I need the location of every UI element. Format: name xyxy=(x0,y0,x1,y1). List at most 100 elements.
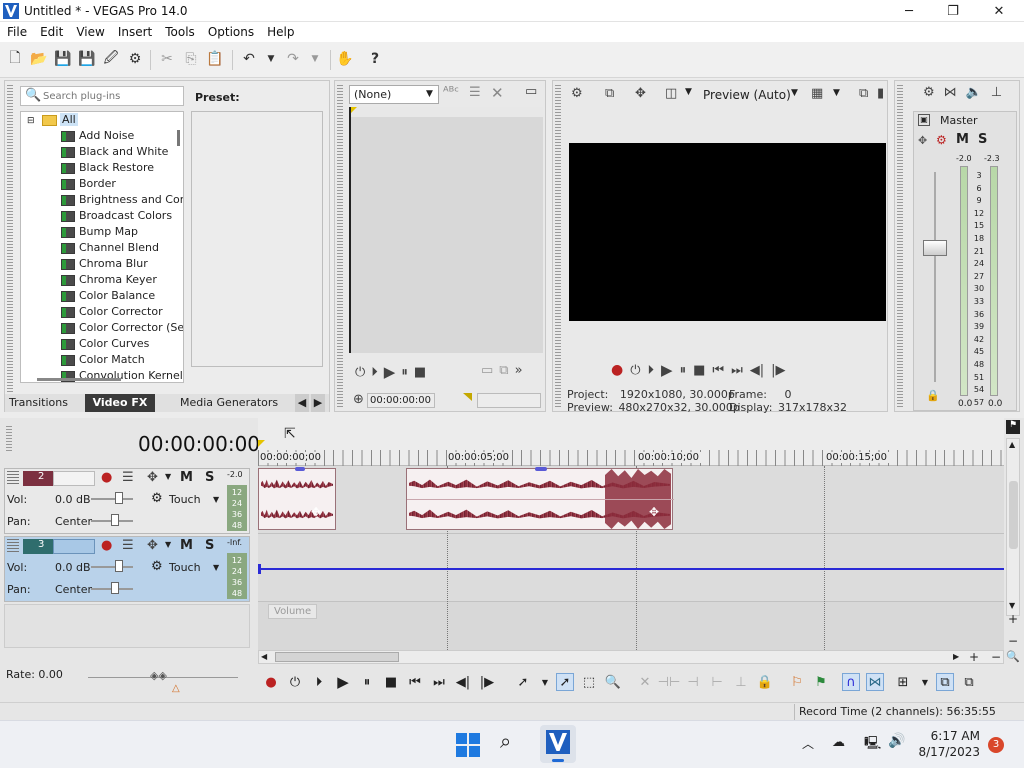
pause-icon[interactable]: ⏸ xyxy=(401,365,408,380)
tabs-scroll-left-icon[interactable]: ◀ xyxy=(295,394,309,412)
plugin-item[interactable]: Black Restore xyxy=(21,160,183,176)
tabs-scroll-right-icon[interactable]: ▶ xyxy=(311,394,325,412)
plugin-item[interactable]: Black and White xyxy=(21,144,183,160)
audio-clip[interactable]: ✥ xyxy=(258,467,336,530)
save-snapshot-icon[interactable]: ▮ xyxy=(877,86,884,101)
previous-frame-icon[interactable]: ◀| xyxy=(750,363,764,378)
preview-settings-icon[interactable]: ⚙ xyxy=(571,86,583,101)
maximize-button[interactable]: ❐ xyxy=(930,0,976,22)
marker-flag-icon[interactable]: ⚑ xyxy=(1006,420,1020,434)
remove-icon[interactable]: ✕ xyxy=(491,84,504,102)
selection-tool-icon[interactable]: ⬚ xyxy=(580,673,598,691)
speaker-icon[interactable]: 🔈 xyxy=(966,85,982,100)
edit-tool-dropdown-icon[interactable]: ▼ xyxy=(536,673,554,691)
track-header-2[interactable]: 2 ● ☰ ✥ ▼ M S -2.0 Vol: 0.0 dB ⚙ Touch ▼… xyxy=(4,468,250,534)
pan-slider-thumb[interactable] xyxy=(111,582,119,594)
external-monitor-icon[interactable]: ⧉ xyxy=(605,86,614,101)
menu-file[interactable]: File xyxy=(0,22,33,39)
plugin-item[interactable]: Color Match xyxy=(21,352,183,368)
insert-region-icon[interactable]: ⚑ xyxy=(812,673,830,691)
search-input[interactable] xyxy=(43,89,181,104)
tree-root[interactable]: ⊟ All xyxy=(21,112,183,128)
menu-options[interactable]: Options xyxy=(201,22,260,39)
tree-scrollbar-thumb[interactable] xyxy=(177,130,180,146)
trim-start-icon[interactable]: ⊣ xyxy=(684,673,702,691)
volume-slider-thumb[interactable] xyxy=(115,492,123,504)
plugin-item[interactable]: Bump Map xyxy=(21,224,183,240)
automation-gear-icon[interactable]: ⚙ xyxy=(151,491,163,506)
track-lanes[interactable]: ✥ ✥ Volume xyxy=(258,466,1004,650)
go-to-start-icon[interactable]: ⏮ xyxy=(712,363,724,378)
preview-quality-dropdown[interactable]: Preview (Auto) xyxy=(703,88,791,102)
ripple-edit-icon[interactable]: ⊞ xyxy=(894,673,912,691)
play-icon[interactable]: ▶ xyxy=(384,363,396,381)
arm-record-icon[interactable]: ● xyxy=(101,538,112,553)
go-to-end-icon[interactable]: ⏭ xyxy=(430,673,448,691)
trim-end-icon[interactable]: ⊢ xyxy=(708,673,726,691)
master-fader-handle[interactable] xyxy=(923,240,947,256)
chevron-up-icon[interactable]: ︿ xyxy=(802,735,814,752)
rate-slider-thumb[interactable]: ◈◈ xyxy=(150,669,167,682)
windows-start-icon[interactable] xyxy=(456,733,480,757)
volume-slider-thumb[interactable] xyxy=(115,560,123,572)
menu-edit[interactable]: Edit xyxy=(33,22,69,39)
add-before-icon[interactable]: ⧉ xyxy=(499,363,508,378)
loop-icon[interactable]: ⏻ xyxy=(630,363,640,378)
more-icon[interactable]: » xyxy=(515,363,523,378)
new-file-icon[interactable]: 🗋 xyxy=(6,50,24,68)
master-solo-button[interactable]: S xyxy=(978,132,987,147)
save-icon[interactable]: 💾 xyxy=(54,50,72,68)
split-screen-icon[interactable]: ✥ xyxy=(635,86,646,101)
split-icon[interactable]: ⊥ xyxy=(732,673,750,691)
zoom-tool-icon[interactable]: 🔍 xyxy=(604,673,622,691)
plugin-item[interactable]: Add Noise xyxy=(21,128,183,144)
loop-icon[interactable]: ⏻ xyxy=(355,365,365,380)
tab-transitions[interactable]: Transitions xyxy=(9,394,68,412)
pin-icon[interactable]: ⊕ xyxy=(353,392,364,407)
track-header-3[interactable]: 3 ● ☰ ✥ ▼ M S -Inf. Vol: 0.0 dB ⚙ Touch … xyxy=(4,536,250,602)
invert-phase-icon[interactable]: ☰ xyxy=(122,470,134,485)
envelope-tool-icon[interactable]: ➚ xyxy=(556,673,574,691)
mixer-settings-icon[interactable]: ⚙ xyxy=(923,85,935,100)
volume-slider[interactable] xyxy=(91,566,133,568)
pause-icon[interactable]: ⏸ xyxy=(358,673,376,691)
track-grip-icon[interactable] xyxy=(7,471,19,485)
next-frame-icon[interactable]: |▶ xyxy=(771,363,785,378)
plugin-item[interactable]: Chroma Keyer xyxy=(21,272,183,288)
timeline-vscroll[interactable]: ▲ ▼ xyxy=(1006,438,1020,616)
list-icon[interactable]: ☰ xyxy=(469,85,481,100)
volume-slider[interactable] xyxy=(91,498,133,500)
copy-icon[interactable]: ⎘ xyxy=(182,50,200,68)
overlays-dropdown-icon[interactable]: ▼ xyxy=(685,87,692,97)
minimize-button[interactable]: ─ xyxy=(886,0,932,22)
track-fx-icon[interactable]: ✥ xyxy=(147,538,158,553)
preset-list[interactable] xyxy=(191,111,323,367)
arm-record-icon[interactable]: ● xyxy=(101,470,112,485)
scroll-right-icon[interactable]: ▶ xyxy=(953,652,959,661)
track-fx-dropdown-icon[interactable]: ▼ xyxy=(165,540,171,549)
hzoom-out-icon[interactable]: − xyxy=(991,650,1001,664)
copy-snapshot-icon[interactable]: ⧉ xyxy=(859,86,868,101)
normal-edit-tool-icon[interactable]: ➚ xyxy=(514,673,532,691)
grid-icon[interactable]: ▦ xyxy=(811,86,823,101)
save-as-icon[interactable]: 💾 xyxy=(78,50,96,68)
track-fx-icon[interactable]: ✥ xyxy=(147,470,158,485)
track-name-field[interactable] xyxy=(53,539,95,554)
master-fx-icon[interactable]: ▣ xyxy=(918,114,930,126)
plugin-item[interactable]: Color Balance xyxy=(21,288,183,304)
trim-icon[interactable]: ⊣⊢ xyxy=(658,673,681,691)
automation-mode[interactable]: Touch xyxy=(169,561,201,574)
cloud-icon[interactable]: ☁ xyxy=(832,735,845,750)
scroll-left-icon[interactable]: ◀ xyxy=(261,652,267,661)
redo-dropdown-icon[interactable]: ▼ xyxy=(306,50,324,68)
insert-marker-icon[interactable]: ⚐ xyxy=(788,673,806,691)
abc-icon[interactable]: ᴬᴮᶜ xyxy=(443,85,459,100)
plugin-item[interactable]: Border xyxy=(21,176,183,192)
automation-mode[interactable]: Touch xyxy=(169,493,201,506)
stop-icon[interactable]: ■ xyxy=(382,673,400,691)
enable-snapping-icon[interactable]: ∩ xyxy=(842,673,860,691)
play-icon[interactable]: ▶ xyxy=(661,361,673,379)
tab-video-fx[interactable]: Video FX xyxy=(85,394,155,412)
zoom-in-icon[interactable]: + xyxy=(1006,608,1020,630)
scroll-up-icon[interactable]: ▲ xyxy=(1009,440,1015,449)
